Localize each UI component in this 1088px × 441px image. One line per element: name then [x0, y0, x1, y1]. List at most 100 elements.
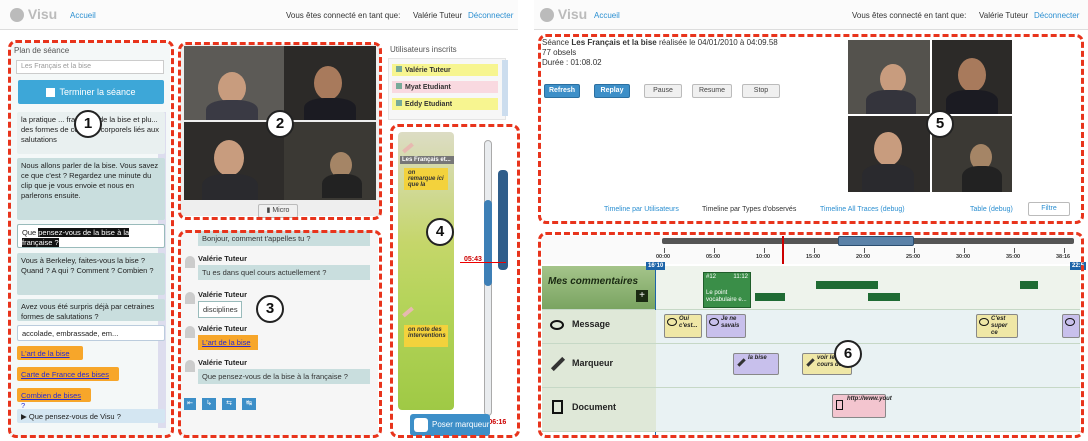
filtre-button[interactable]: Filtre [1028, 202, 1070, 216]
pencil-icon [806, 358, 815, 367]
end-session-button[interactable]: Terminer la séance [18, 80, 164, 104]
chat-text: disciplines [198, 301, 242, 318]
end-session-label: Terminer la séance [59, 87, 136, 97]
row-header: Message [542, 310, 656, 343]
logout-link[interactable]: Déconnecter [468, 11, 513, 20]
message-obsel[interactable]: Je ne savais [706, 314, 746, 338]
ruler-window[interactable] [838, 236, 914, 246]
timeline-scroll[interactable] [498, 170, 508, 270]
chat-tool-button[interactable]: ⇆ [222, 398, 236, 410]
marqueur-text: la bise [748, 355, 767, 361]
resume-button[interactable]: Resume [692, 84, 732, 98]
chat-tool-button[interactable]: ⇤ [184, 398, 196, 410]
chat-author: Valérie Tuteur [198, 324, 248, 333]
timeline-marker-note[interactable]: on remarque ici que la [404, 168, 448, 190]
comment-obsel[interactable]: #12 11:12 Le point vocabulaire e... [703, 272, 751, 308]
video-feed-2 [284, 46, 376, 120]
seance-title: Séance Les Français et la bise réalisée … [542, 38, 792, 48]
row-label: Message [572, 319, 611, 329]
seance-date: réalisée le 04/01/2010 à 04:09.58 [658, 38, 778, 47]
visu-logo-text: Visu [557, 6, 588, 22]
user-item[interactable]: Eddy Etudiant [392, 98, 498, 110]
timeline-progress [484, 200, 492, 286]
marqueur-obsel[interactable]: la bise [733, 353, 779, 375]
chat-tool-button[interactable]: ↳ [202, 398, 216, 410]
comment-bar[interactable] [868, 293, 900, 301]
timeline-types-link[interactable]: Timeline par Types d'observés [702, 206, 796, 213]
timeline-title: Les Français et... [400, 156, 454, 164]
document-icon [836, 400, 843, 410]
ruler-tick [814, 248, 815, 253]
chat-tool-button[interactable]: ↹ [242, 398, 256, 410]
document-obsel[interactable]: http://www.yout [832, 394, 892, 418]
pause-button[interactable]: Pause [644, 84, 682, 98]
end-time-badge: 22:5 [1070, 262, 1087, 270]
message-obsel[interactable]: Oui c'est... [664, 314, 702, 338]
micro-button[interactable]: ▮ Micro [258, 204, 298, 218]
plan-link[interactable]: Carte de France des bises [17, 367, 119, 381]
plan-item[interactable]: Nous allons parler de la bise. Vous save… [17, 158, 165, 220]
plan-title: Plan de séance [14, 46, 70, 55]
document-text: http://www.yout [847, 396, 892, 402]
message-text: C'est super ce [991, 316, 1008, 336]
plan-item[interactable]: ▶ Que pensez-vous de Visu ? [17, 409, 165, 423]
chat-text: Que pensez-vous de la bise à la français… [198, 369, 370, 384]
comment-bar[interactable] [816, 281, 878, 289]
refresh-button[interactable]: Refresh [544, 84, 580, 98]
plan-item[interactable]: Avez vous été surpris déjà par cetraines… [17, 299, 165, 321]
accueil-link[interactable]: Accueil [70, 11, 96, 20]
replay-video-2 [932, 40, 1012, 114]
ruler-tick-label: 25:00 [906, 254, 921, 260]
timeline-users-link[interactable]: Timeline par Utilisateurs [604, 206, 679, 213]
logout-link[interactable]: Déconnecter [1034, 11, 1079, 20]
poser-marqueur-button[interactable]: Poser marqueur [410, 414, 490, 436]
users-scrollbar[interactable] [502, 60, 508, 116]
plan-item[interactable]: Que pensez-vous de la bise à la français… [17, 224, 165, 248]
timeline-all-link[interactable]: Timeline All Traces (debug) [820, 206, 905, 213]
visu-logo: Visu [540, 6, 588, 23]
add-comment-button[interactable]: + [636, 290, 648, 302]
chat-message: Valérie Tuteur Tu es dans quel cours act… [198, 254, 370, 280]
comment-bar[interactable] [1020, 281, 1038, 289]
chat-text: Bonjour, comment t'appelles tu ? [198, 231, 370, 246]
comment-time: 11:12 [733, 274, 748, 280]
visu-logo-icon [540, 8, 554, 23]
chat-message: Valérie Tuteur Que pensez-vous de la bis… [198, 358, 370, 384]
plan-link[interactable]: L'art de la bise [17, 346, 83, 360]
plan-link[interactable]: Combien de bises ? [17, 388, 91, 410]
user-item[interactable]: Valérie Tuteur [392, 64, 498, 76]
table-debug-link[interactable]: Table (debug) [970, 206, 1013, 213]
plan-item[interactable]: accolade, embrassade, em... [17, 325, 165, 341]
message-icon [979, 318, 989, 326]
replay-button[interactable]: Replay [594, 84, 630, 98]
ruler-tick-label: 20:00 [856, 254, 871, 260]
obsels-count: 77 obsels [542, 48, 577, 57]
user-item[interactable]: Myat Etudiant [392, 81, 498, 93]
stop-button[interactable]: Stop [742, 84, 780, 98]
ruler-tick-label: 35:00 [1006, 254, 1021, 260]
plan-item[interactable]: Vous à Berkeley, faites-vous la bise ? Q… [17, 253, 165, 295]
user-status-icon [396, 66, 402, 72]
visu-logo: Visu [10, 6, 57, 23]
ruler-tick [964, 248, 965, 253]
accueil-link[interactable]: Accueil [594, 11, 620, 20]
chat-avatar [185, 360, 195, 372]
timeline-marker-note[interactable]: on note des interventions [404, 325, 448, 347]
row-label: Mes commentaires [548, 276, 639, 287]
micro-label: Micro [272, 207, 290, 214]
seance-info: Séance Les Français et la bise réalisée … [542, 38, 792, 68]
row-label: Marqueur [572, 358, 614, 368]
ruler-tick-label: 10:00 [756, 254, 771, 260]
comment-bar[interactable] [755, 293, 785, 301]
session-select[interactable]: Les Français et la bise [16, 60, 164, 74]
ruler-tick-label: 38:16 [1056, 254, 1071, 260]
chat-text: Tu es dans quel cours actuellement ? [198, 265, 370, 280]
message-obsel[interactable] [1062, 314, 1080, 338]
chat-link[interactable]: L'art de la bise [198, 335, 258, 350]
callout-3: 3 [256, 295, 284, 323]
ruler-tick [1014, 248, 1015, 253]
message-text: Oui c'est... [679, 316, 698, 329]
user-name: Myat Etudiant [405, 84, 451, 91]
timeline-row-document: Document [542, 388, 1080, 432]
message-obsel[interactable]: C'est super ce [976, 314, 1018, 338]
